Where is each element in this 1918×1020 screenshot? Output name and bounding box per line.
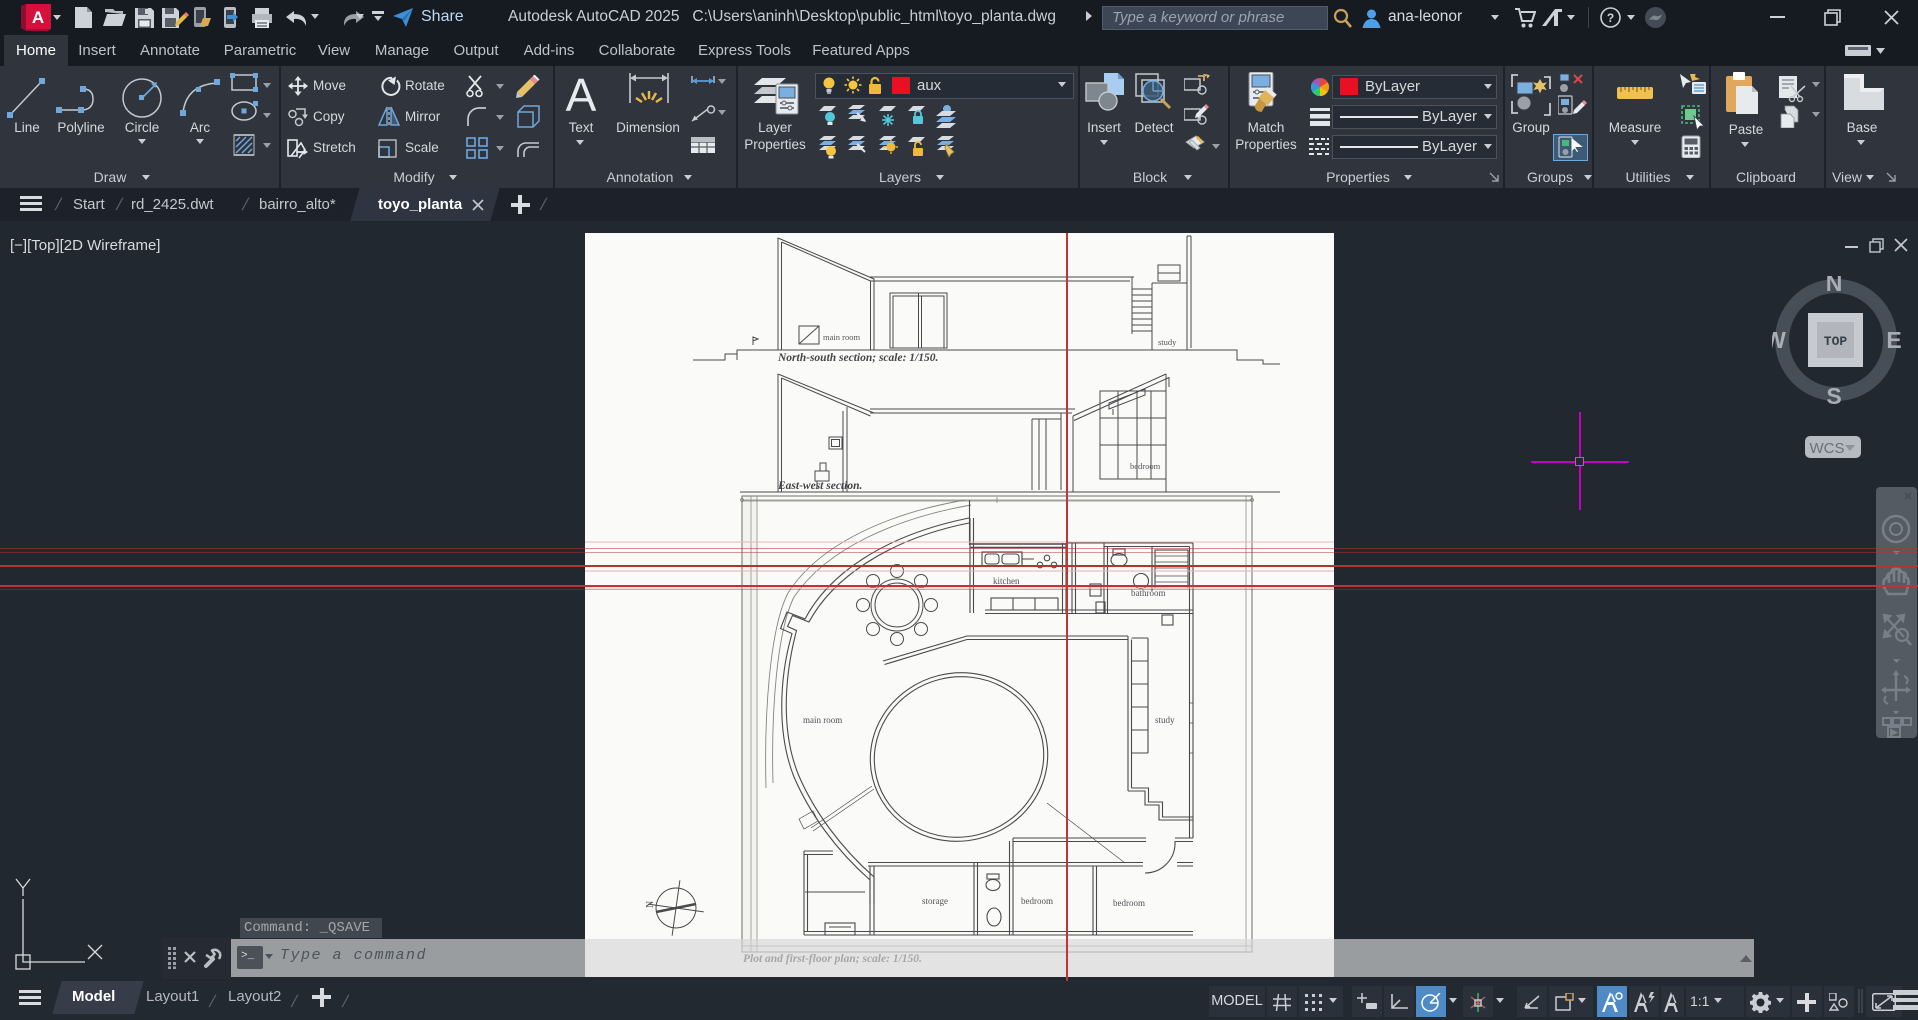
svg-text:WCS: WCS [1810, 440, 1845, 457]
svg-text:bedroom: bedroom [1021, 896, 1053, 906]
svg-text:W: W [1772, 327, 1786, 353]
svg-text:bedroom: bedroom [1113, 898, 1145, 908]
svg-text:North-south section; scale:: North-south section; scale: 1/150. [777, 352, 938, 364]
svg-text:storage: storage [922, 896, 948, 906]
svg-text:N: N [1826, 276, 1843, 296]
svg-text:?: ? [1607, 11, 1614, 25]
svg-text:study: study [1158, 337, 1177, 347]
svg-text:A: A [32, 8, 44, 27]
svg-text:TOP: TOP [1824, 334, 1848, 349]
svg-text:N: N [645, 901, 656, 908]
svg-text:S: S [1826, 383, 1841, 409]
svg-text:East-west section.: East-west section. [777, 480, 862, 492]
svg-text:study: study [1155, 715, 1175, 725]
svg-text:E: E [1886, 327, 1901, 353]
svg-text:main room: main room [803, 715, 842, 725]
svg-text:main room: main room [823, 332, 860, 342]
svg-text:bedroom: bedroom [1130, 461, 1161, 471]
